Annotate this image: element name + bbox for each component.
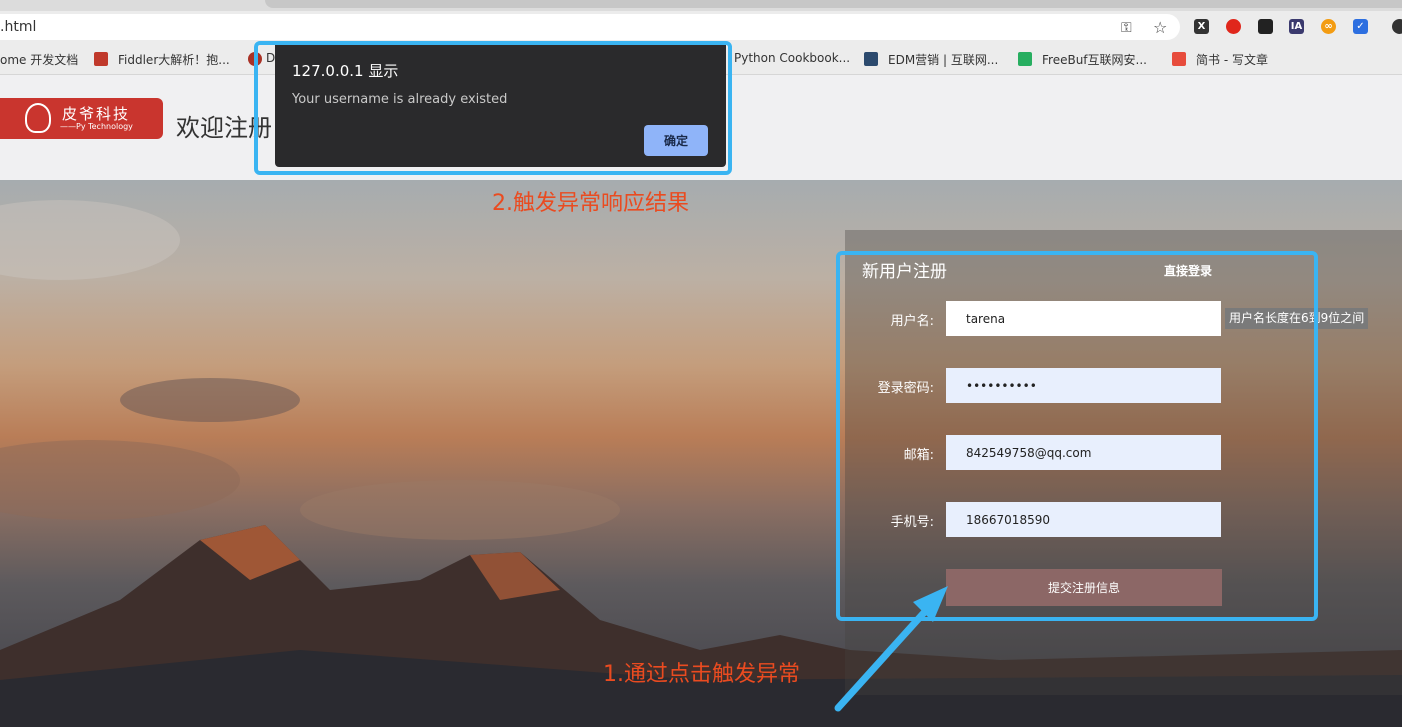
bookmark-item[interactable]: 简书 - 写文章 (1196, 51, 1268, 68)
bookmark-item[interactable]: Fiddler大解析！抱... (118, 51, 230, 68)
browser-tabstrip (0, 0, 1402, 11)
annotation-step2: 2.触发异常响应结果 (492, 191, 689, 216)
bookmark-item[interactable]: FreeBuf互联网安... (1042, 51, 1147, 68)
extension-stop-icon[interactable] (1226, 19, 1241, 34)
extension-check-icon[interactable]: ✓ (1353, 19, 1368, 34)
logo-subtitle: ——Py Technology (60, 122, 133, 131)
url-text: .html (0, 19, 37, 35)
browser-toolbar: .html ⚿ ☆ X IA ∞ ✓ (0, 11, 1402, 44)
site-logo[interactable]: 皮爷科技 ——Py Technology (0, 98, 163, 139)
logo-brand: 皮爷科技 (62, 105, 131, 123)
cat-logo-icon (25, 103, 51, 133)
dialog-title: 127.0.0.1 显示 (292, 62, 399, 80)
bookmark-favicon-icon (864, 52, 878, 66)
extension-glasses-icon[interactable] (1258, 19, 1273, 34)
bookmark-item[interactable]: ome 开发文档 (0, 51, 78, 68)
bookmark-item[interactable]: EDM营销 | 互联网... (888, 51, 998, 68)
bookmark-item[interactable]: Python Cookbook... (734, 51, 850, 65)
form-highlight-box (836, 251, 1318, 621)
bookmark-favicon-icon (1018, 52, 1032, 66)
browser-tab[interactable] (265, 0, 1402, 8)
dialog-message: Your username is already existed (292, 92, 508, 107)
profile-avatar-icon[interactable] (1392, 19, 1402, 34)
extension-ia-icon[interactable]: IA (1289, 19, 1304, 34)
extension-x-icon[interactable]: X (1194, 19, 1209, 34)
annotation-step1: 1.通过点击触发异常 (603, 662, 800, 687)
dialog-ok-button[interactable]: 确定 (644, 125, 708, 156)
bookmark-favicon-icon (1172, 52, 1186, 66)
bookmark-favicon-icon (94, 52, 108, 66)
address-bar[interactable]: .html ⚿ ☆ (0, 14, 1180, 40)
extension-infinity-icon[interactable]: ∞ (1321, 19, 1336, 34)
star-icon[interactable]: ☆ (1153, 18, 1167, 37)
key-icon[interactable]: ⚿ (1121, 20, 1132, 36)
